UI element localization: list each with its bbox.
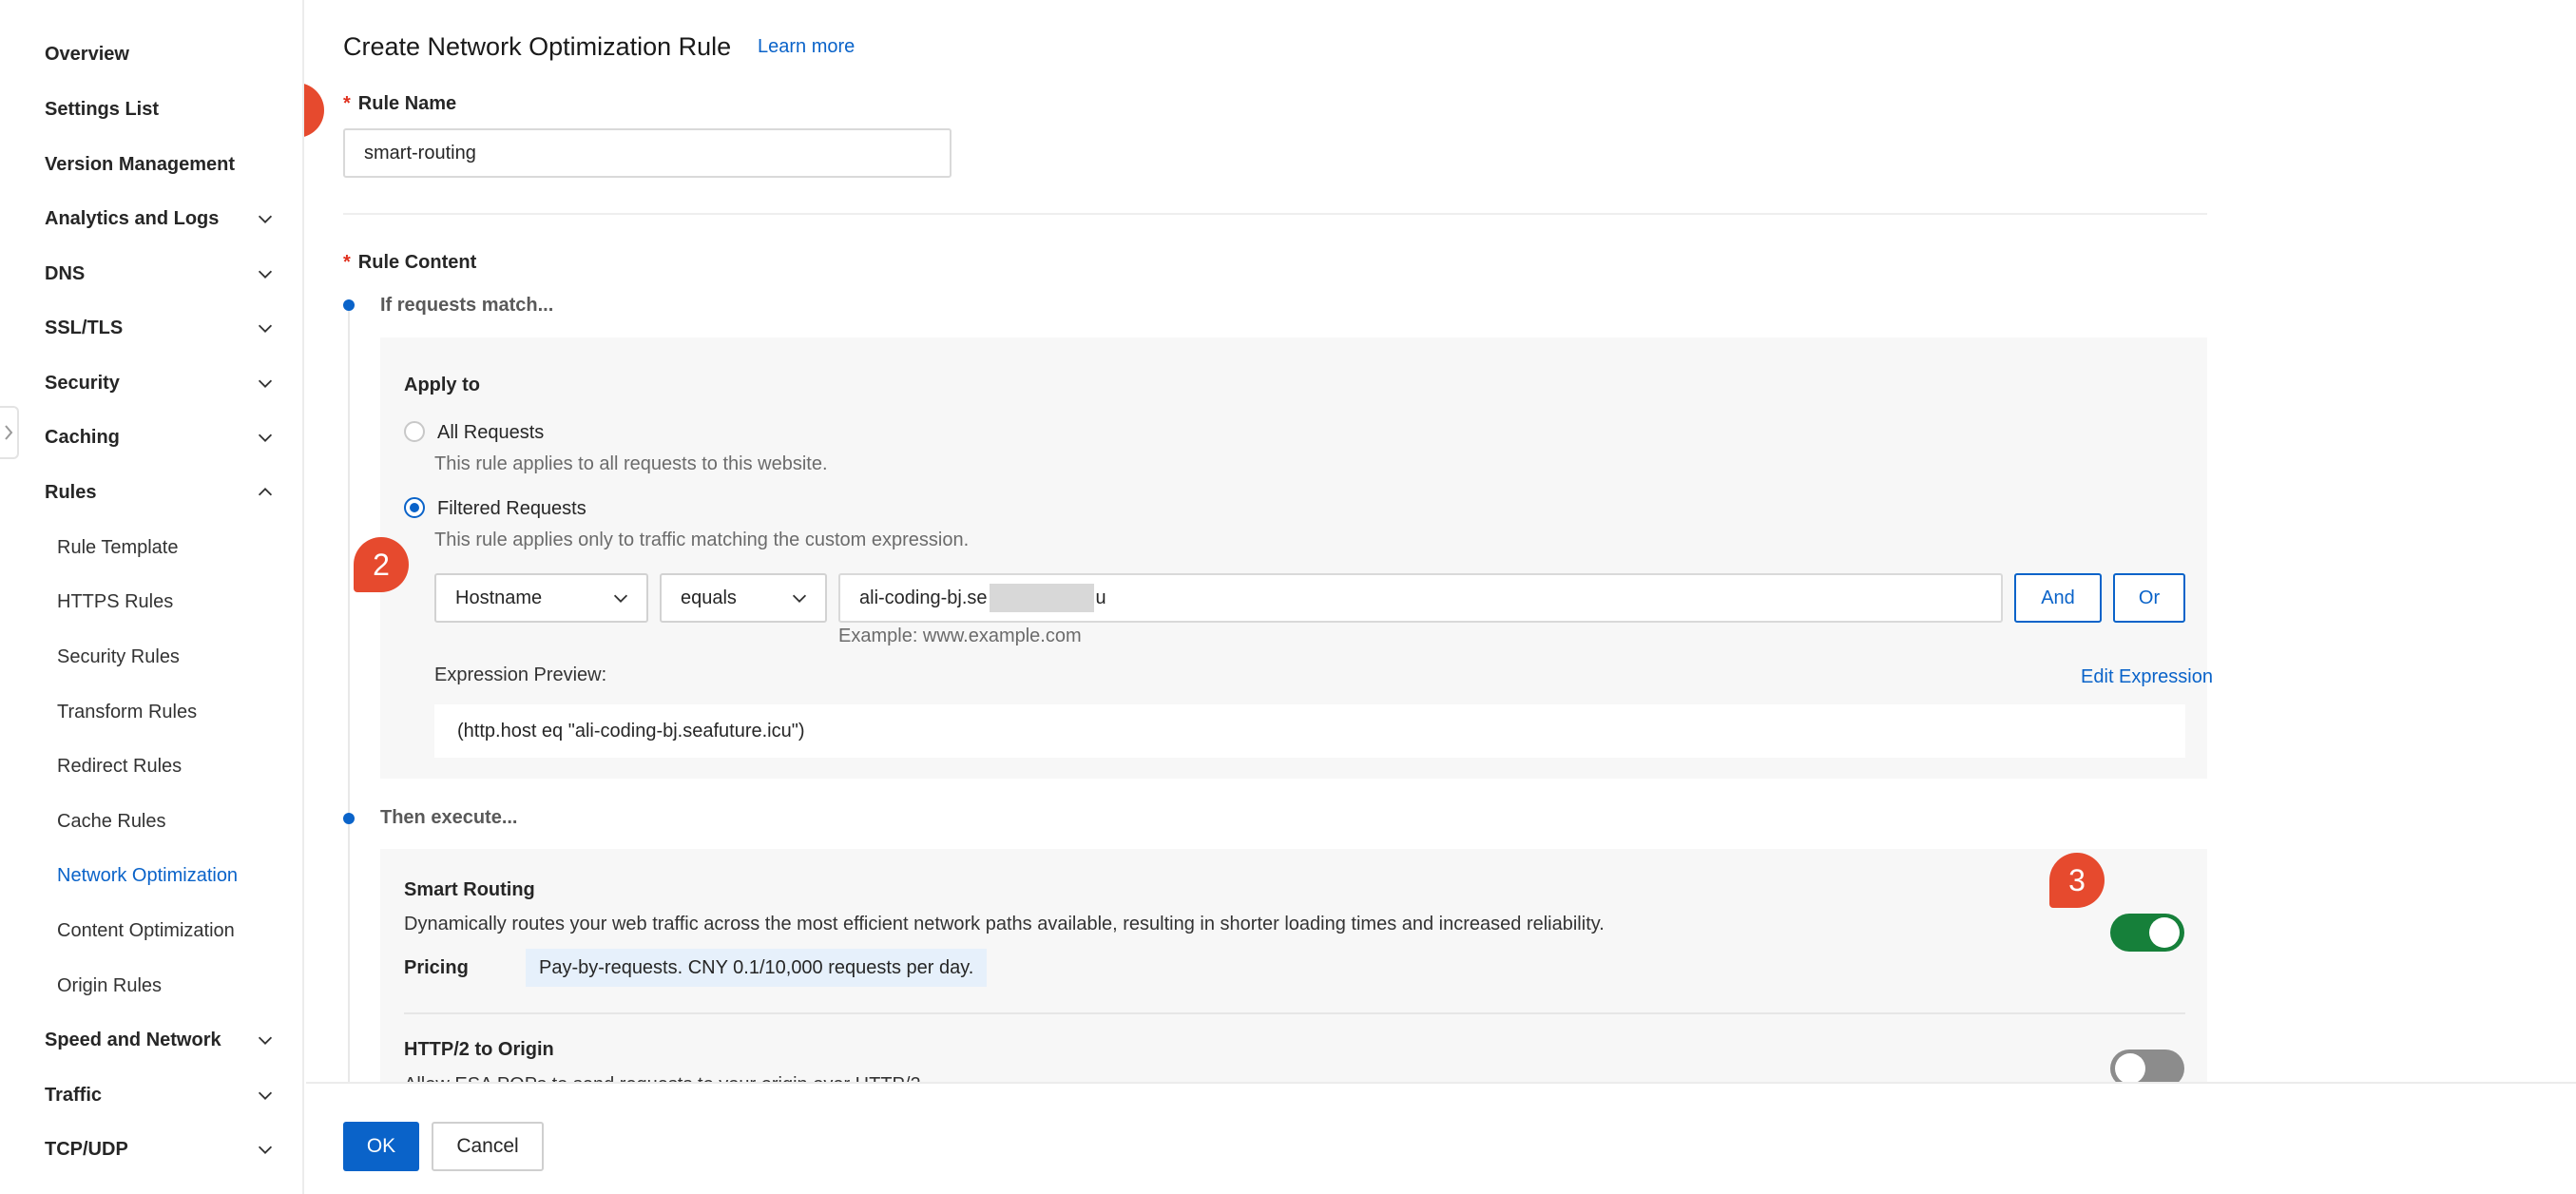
chevron-down-icon	[258, 433, 273, 442]
or-button[interactable]: Or	[2113, 573, 2185, 623]
smart-routing-toggle[interactable]	[2110, 914, 2184, 952]
all-requests-description: This rule applies to all requests to thi…	[434, 453, 828, 474]
sidebar-item-ssl-tls[interactable]: SSL/TLS	[45, 307, 289, 349]
ok-button[interactable]: OK	[343, 1122, 419, 1171]
sidebar-item-https-rules[interactable]: HTTPS Rules	[57, 581, 289, 623]
sidebar-item-redirect-rules[interactable]: Redirect Rules	[57, 745, 289, 787]
sidebar-item-cache-rules[interactable]: Cache Rules	[57, 800, 289, 842]
pricing-label: Pricing	[404, 957, 469, 978]
main-content: Create Network Optimization Rule Learn m…	[304, 0, 2576, 1084]
sidebar: Overview Settings List Version Managemen…	[0, 0, 304, 1194]
operator-select[interactable]: equals	[660, 573, 827, 623]
action-divider	[404, 1012, 2185, 1014]
sidebar-item-transform-rules[interactable]: Transform Rules	[57, 691, 289, 733]
http2-origin-toggle[interactable]	[2110, 1050, 2184, 1084]
sidebar-collapse-handle[interactable]	[0, 406, 19, 459]
filtered-requests-description: This rule applies only to traffic matchi…	[434, 530, 970, 550]
timeline-dot	[343, 813, 355, 824]
timeline-line	[348, 306, 350, 1084]
sidebar-item-security[interactable]: Security	[45, 362, 289, 404]
expression-preview-label: Expression Preview:	[434, 664, 607, 685]
toggle-knob	[2149, 917, 2180, 948]
chevron-down-icon	[613, 594, 628, 603]
chevron-down-icon	[258, 324, 273, 333]
annotation-marker-2: 2	[354, 537, 409, 592]
match-step-label: If requests match...	[380, 295, 554, 316]
toggle-knob	[2115, 1053, 2145, 1084]
sidebar-item-network-optimization[interactable]: Network Optimization	[57, 855, 289, 896]
sidebar-item-version-management[interactable]: Version Management	[45, 144, 289, 185]
field-select[interactable]: Hostname	[434, 573, 648, 623]
sidebar-item-analytics-and-logs[interactable]: Analytics and Logs	[45, 198, 289, 240]
annotation-marker-3: 3	[2049, 853, 2105, 908]
execute-step-label: Then execute...	[380, 807, 518, 828]
section-divider	[343, 213, 2207, 215]
page-title: Create Network Optimization Rule	[343, 32, 732, 61]
filtered-requests-radio[interactable]	[404, 497, 425, 518]
rule-name-label: * Rule Name	[343, 93, 457, 114]
sidebar-item-overview[interactable]: Overview	[45, 33, 289, 75]
sidebar-item-dns[interactable]: DNS	[45, 253, 289, 295]
all-requests-radio[interactable]	[404, 421, 425, 442]
chevron-down-icon	[258, 215, 273, 223]
rule-name-input[interactable]: smart-routing	[343, 128, 952, 178]
annotation-marker-1: 1	[304, 83, 324, 138]
chevron-down-icon	[258, 1146, 273, 1154]
redacted-mask	[989, 584, 1094, 612]
expression-preview-box: (http.host eq "ali-coding-bj.seafuture.i…	[434, 704, 2185, 758]
learn-more-link[interactable]: Learn more	[758, 36, 855, 58]
chevron-down-icon	[258, 1091, 273, 1100]
chevron-down-icon	[258, 270, 273, 279]
all-requests-label: All Requests	[437, 422, 545, 443]
footer-bar: OK Cancel	[306, 1082, 2576, 1194]
chevron-down-icon	[258, 379, 273, 388]
http2-origin-title: HTTP/2 to Origin	[404, 1039, 554, 1060]
chevron-down-icon	[792, 594, 807, 603]
sidebar-item-origin-rules[interactable]: Origin Rules	[57, 965, 289, 1007]
sidebar-item-speed-and-network[interactable]: Speed and Network	[45, 1019, 289, 1061]
rule-content-label: * Rule Content	[343, 252, 477, 273]
pricing-badge: Pay-by-requests. CNY 0.1/10,000 requests…	[526, 949, 988, 987]
chevron-right-icon	[5, 425, 13, 440]
smart-routing-title: Smart Routing	[404, 879, 535, 900]
sidebar-item-traffic[interactable]: Traffic	[45, 1074, 289, 1116]
sidebar-item-caching[interactable]: Caching	[45, 416, 289, 458]
smart-routing-description: Dynamically routes your web traffic acro…	[404, 914, 1605, 934]
chevron-down-icon	[258, 1036, 273, 1045]
filtered-requests-label: Filtered Requests	[437, 498, 586, 519]
sidebar-item-security-rules[interactable]: Security Rules	[57, 636, 289, 678]
sidebar-item-content-optimization[interactable]: Content Optimization	[57, 910, 289, 952]
edit-expression-link[interactable]: Edit Expression	[2081, 666, 2213, 688]
hostname-example: Example: www.example.com	[838, 626, 1082, 646]
and-button[interactable]: And	[2014, 573, 2102, 623]
apply-to-label: Apply to	[404, 375, 480, 395]
hostname-value-input[interactable]: ali-coding-bj.se u	[838, 573, 2003, 623]
cancel-button[interactable]: Cancel	[432, 1122, 544, 1171]
sidebar-item-rules[interactable]: Rules	[45, 472, 289, 513]
chevron-up-icon	[258, 488, 273, 496]
timeline-dot	[343, 299, 355, 311]
sidebar-item-rule-template[interactable]: Rule Template	[57, 527, 289, 568]
sidebar-item-tcp-udp[interactable]: TCP/UDP	[45, 1128, 289, 1170]
sidebar-item-settings-list[interactable]: Settings List	[45, 88, 289, 130]
